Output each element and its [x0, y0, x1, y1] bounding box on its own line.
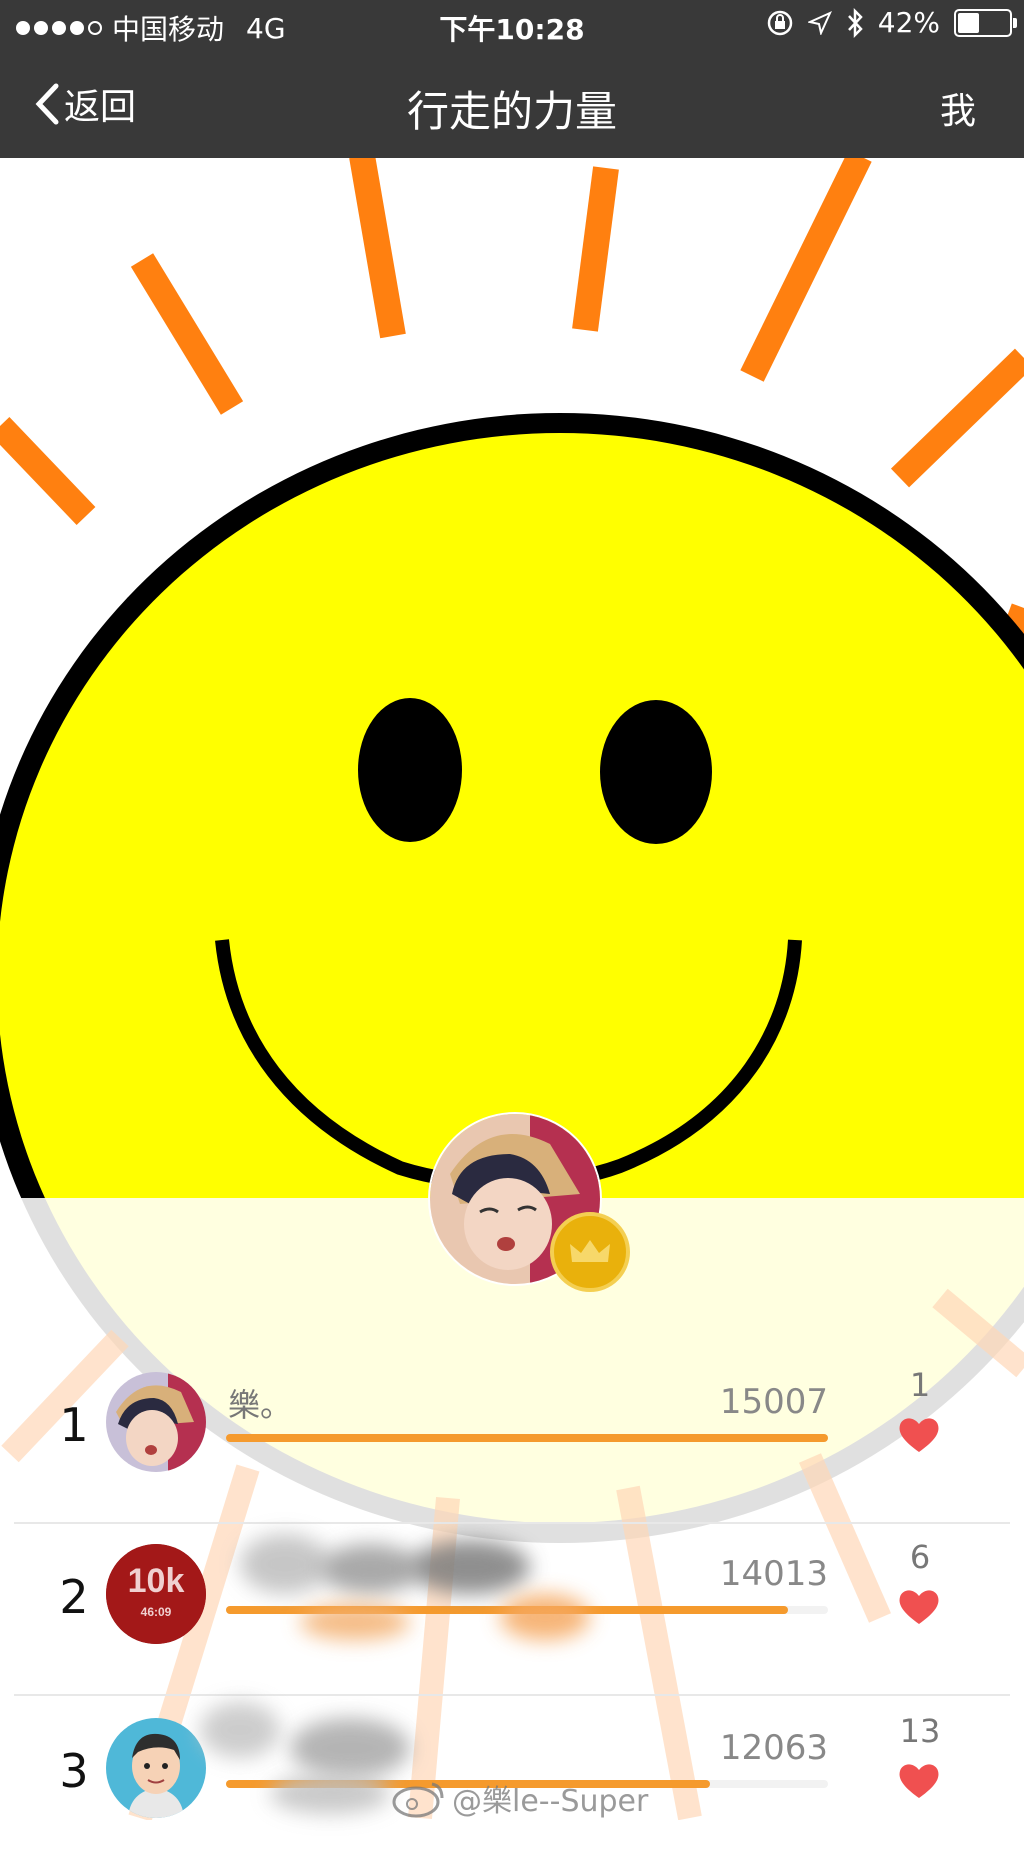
left-eye	[358, 698, 462, 842]
weibo-watermark: @樂le--Super	[392, 1776, 648, 1820]
like-count: 1	[909, 1366, 931, 1404]
watermark-text: @樂le--Super	[452, 1784, 649, 1819]
redaction-smudge	[290, 1718, 410, 1778]
avatar[interactable]	[106, 1718, 206, 1818]
battery-percent: 42%	[877, 6, 940, 39]
heart-icon[interactable]	[898, 1762, 940, 1800]
navigation-bar: 返回 行走的力量 我	[0, 52, 1024, 158]
redaction-smudge	[500, 1594, 590, 1640]
user-name: 樂。	[228, 1386, 293, 1424]
page-title: 行走的力量	[406, 87, 617, 136]
avatar-text: 10k	[128, 1562, 185, 1600]
progress-fill	[226, 1434, 828, 1442]
avatar-image: 10k 46:09	[106, 1544, 206, 1644]
avatar-subtext: 46:09	[141, 1605, 172, 1619]
redaction-smudge	[300, 1604, 410, 1640]
avatar[interactable]: 10k 46:09	[106, 1544, 206, 1644]
top-bar: 中国移动 4G 下午10:28 42% 返回 行走的力量 我	[0, 0, 1024, 158]
redaction-smudge	[320, 1544, 420, 1594]
rank-number: 2	[59, 1570, 89, 1624]
progress-bar	[226, 1434, 828, 1442]
status-right: 42%	[766, 6, 1017, 39]
weibo-icon	[392, 1782, 444, 1818]
avatar-image	[106, 1718, 206, 1818]
avatar[interactable]	[106, 1372, 206, 1472]
redaction-smudge	[200, 1702, 280, 1758]
rotation-lock-icon	[767, 10, 793, 35]
heart-icon[interactable]	[898, 1588, 940, 1626]
rank-number: 3	[59, 1744, 89, 1798]
redaction-smudge	[270, 1774, 390, 1814]
location-icon	[807, 10, 832, 35]
crown-badge	[550, 1212, 630, 1292]
redaction-smudge	[410, 1540, 530, 1594]
step-count: 12063	[719, 1728, 828, 1768]
ranking-row[interactable]: 2 10k 46:09 14013 6	[0, 1524, 1024, 1696]
me-button[interactable]: 我	[940, 82, 976, 134]
crown-icon	[570, 1240, 610, 1262]
bluetooth-icon	[847, 7, 863, 38]
redaction-smudge	[240, 1534, 330, 1594]
heart-icon[interactable]	[898, 1416, 940, 1454]
ranking-row[interactable]: 1 樂。 15007 1	[0, 1352, 1024, 1524]
row-divider	[14, 1694, 1010, 1696]
status-bar: 中国移动 4G 下午10:28 42%	[0, 0, 1024, 52]
like-count: 6	[909, 1538, 931, 1576]
step-count: 15007	[719, 1382, 828, 1422]
like-count: 13	[899, 1712, 941, 1750]
battery-icon	[954, 8, 1017, 37]
step-count: 14013	[719, 1554, 828, 1594]
avatar-image	[106, 1372, 206, 1472]
right-eye	[600, 700, 712, 844]
rank-number: 1	[59, 1398, 89, 1452]
